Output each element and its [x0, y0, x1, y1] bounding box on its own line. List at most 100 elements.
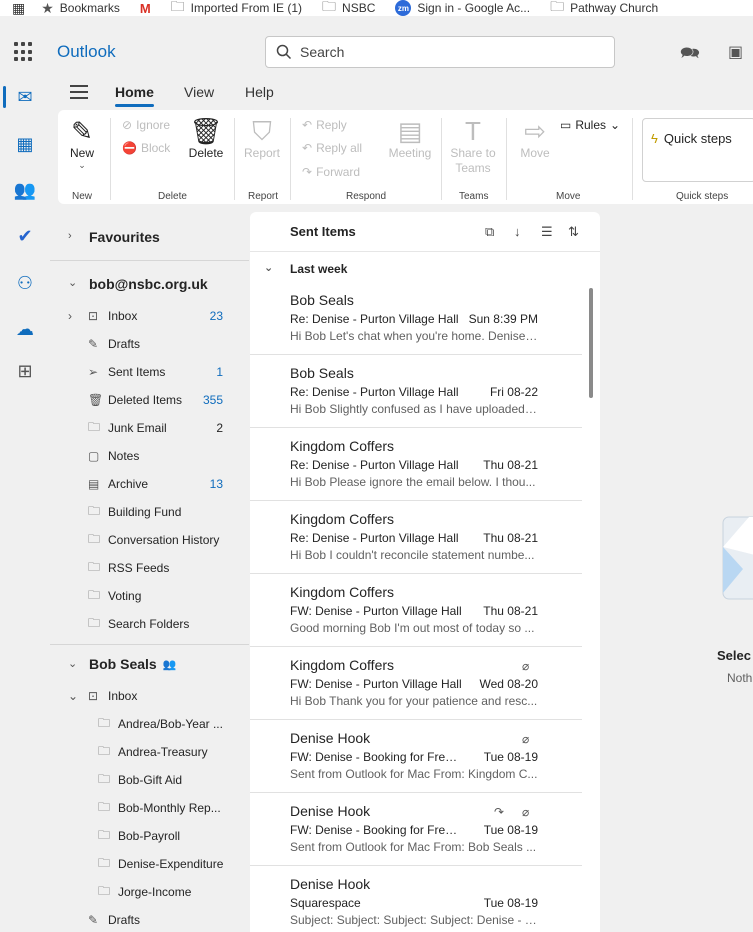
move-button[interactable]: ⇨ Move	[516, 116, 554, 160]
delete-button[interactable]: 🗑 Delete	[186, 116, 226, 160]
share-to-teams-button[interactable]: T Share to Teams	[448, 116, 498, 176]
folder-bob-payroll[interactable]: 🗀 Bob-Payroll	[98, 825, 249, 847]
folder-search-folders[interactable]: 🗀 Search Folders	[88, 613, 249, 635]
group-label-new: New	[72, 191, 93, 202]
favourites-header[interactable]: Favourites	[89, 229, 160, 245]
message-row[interactable]: Kingdom Coffers Re: Denise - Purton Vill…	[250, 428, 582, 501]
new-mail-button[interactable]: ✎ New ⌄	[64, 116, 100, 171]
jump-to-icon[interactable]: ↓	[514, 224, 521, 239]
folder-denise-expenditure[interactable]: 🗀 Denise-Expenditure	[98, 853, 249, 875]
folder-drafts[interactable]: ✎ Drafts	[88, 333, 249, 355]
folder-shared-drafts[interactable]: ✎ Drafts	[88, 909, 249, 931]
folder-icon: 🗀	[98, 715, 111, 730]
message-row[interactable]: Denise Hook Squarespace Tue 08-19 Subjec…	[250, 866, 582, 932]
shared-people-icon: 👥	[162, 658, 177, 671]
scrollbar-thumb[interactable]	[589, 288, 593, 398]
pencil-icon: ✎	[88, 913, 99, 927]
meeting-button[interactable]: ▤ Meeting	[386, 116, 434, 160]
message-row[interactable]: Kingdom Coffers FW: Denise - Purton Vill…	[250, 574, 582, 647]
hamburger-menu-icon[interactable]	[70, 85, 88, 99]
ignore-icon: ⊘	[122, 118, 133, 132]
pencil-icon: ✎	[88, 337, 99, 351]
message-preview: Hi Bob I couldn't reconcile statement nu…	[290, 548, 535, 562]
group-label-quick-steps: Quick steps	[676, 191, 729, 202]
folder-bob-gift-aid[interactable]: 🗀 Bob-Gift Aid	[98, 769, 249, 791]
folder-inbox[interactable]: › ⊡ Inbox 23	[68, 305, 249, 327]
bookmark-bookmarks[interactable]: ★ Bookmarks	[41, 0, 120, 16]
mail-icon[interactable]: ✉	[14, 86, 36, 108]
message-row[interactable]: Denise Hook ⌀ FW: Denise - Booking for F…	[250, 720, 582, 793]
bookmark-imported-from-ie[interactable]: 🗀 Imported From IE (1)	[171, 0, 302, 16]
org-explorer-icon[interactable]: ⚇	[14, 272, 36, 294]
account-header[interactable]: bob@nsbc.org.uk	[89, 276, 208, 292]
rules-button[interactable]: ▭ Rules ⌄	[560, 118, 620, 132]
chevron-right-icon[interactable]: ›	[68, 230, 72, 242]
message-row[interactable]: Kingdom Coffers Re: Denise - Purton Vill…	[250, 501, 582, 574]
message-list-title: Sent Items	[290, 224, 356, 239]
reply-button[interactable]: ↶ Reply	[302, 118, 347, 132]
quick-steps-button[interactable]: ϟ Quick steps	[642, 118, 753, 182]
folder-conversation-history[interactable]: 🗀 Conversation History	[88, 529, 249, 551]
folder-deleted-items[interactable]: 🗑 Deleted Items 355	[88, 389, 249, 411]
ignore-button[interactable]: ⊘ Ignore	[122, 118, 170, 132]
tab-home[interactable]: Home	[115, 84, 154, 107]
reading-pane: Selec Noth	[601, 212, 753, 932]
onedrive-icon[interactable]: ☁	[14, 318, 36, 340]
folder-shared-inbox[interactable]: ⌄ ⊡ Inbox	[68, 685, 249, 707]
reply-all-button[interactable]: ↶ Reply all	[302, 141, 362, 155]
message-row[interactable]: Denise Hook ↷ ⌀ FW: Denise - Booking for…	[250, 793, 582, 866]
bookmark-google-signin[interactable]: zm Sign in - Google Ac...	[395, 0, 530, 16]
bookmark-pathway-church[interactable]: 🗀 Pathway Church	[550, 0, 658, 16]
message-row[interactable]: Bob Seals Re: Denise - Purton Village Ha…	[250, 282, 582, 355]
group-label-respond: Respond	[346, 191, 387, 202]
folder-jorge-income[interactable]: 🗀 Jorge-Income	[98, 881, 249, 903]
calendar-icon[interactable]: ▦	[14, 133, 36, 155]
folder-voting[interactable]: 🗀 Voting	[88, 585, 249, 607]
message-list-scrollbar[interactable]	[588, 278, 594, 932]
onenote-icon[interactable]: ▣	[728, 42, 743, 62]
folder-sent-items[interactable]: ➢ Sent Items 1	[88, 361, 249, 383]
app-header: Outlook Search 🗪 ▣	[0, 30, 753, 74]
folder-rss-feeds[interactable]: 🗀 RSS Feeds	[88, 557, 249, 579]
message-date: Wed 08-20	[479, 677, 538, 691]
app-launcher-icon[interactable]	[14, 42, 34, 62]
app-brand[interactable]: Outlook	[57, 42, 116, 62]
tab-help[interactable]: Help	[245, 84, 274, 100]
sort-icon[interactable]: ⇅	[568, 224, 579, 240]
empty-state-subtitle: Noth	[727, 671, 753, 685]
message-row[interactable]: Kingdom Coffers ⌀ FW: Denise - Purton Vi…	[250, 647, 582, 720]
folder-andrea-bob-year[interactable]: 🗀 Andrea/Bob-Year ...	[98, 713, 249, 735]
todo-icon[interactable]: ✔	[14, 225, 36, 247]
people-icon[interactable]: 👥	[14, 179, 36, 201]
report-button[interactable]: ⛉ Report	[242, 116, 282, 160]
apps-grid-icon[interactable]: ▦	[12, 0, 25, 16]
inbox-icon: ⊡	[88, 689, 99, 703]
shared-mailbox-header[interactable]: Bob Seals 👥	[89, 656, 176, 672]
message-list: Sent Items ⧉ ↓ ☰ ⇅ ⌄ Last week Bob Seals…	[250, 212, 600, 932]
bookmark-nsbc[interactable]: 🗀 NSBC	[322, 0, 375, 16]
move-to-folder-icon: ⇨	[524, 116, 546, 146]
folder-building-fund[interactable]: 🗀 Building Fund	[88, 501, 249, 523]
select-icon[interactable]: ⧉	[485, 224, 494, 240]
filter-icon[interactable]: ☰	[541, 224, 553, 240]
folder-andrea-treasury[interactable]: 🗀 Andrea-Treasury	[98, 741, 249, 763]
archive-icon: ▤	[88, 477, 100, 491]
chevron-down-icon[interactable]: ⌄	[68, 276, 77, 289]
tab-view[interactable]: View	[184, 84, 214, 100]
message-sender: Denise Hook	[290, 803, 371, 819]
folder-icon: 🗀	[98, 799, 111, 814]
folder-archive[interactable]: ▤ Archive 13	[88, 473, 249, 495]
bookmark-gmail[interactable]: M	[140, 1, 151, 16]
teams-chat-icon[interactable]: 🗪	[680, 42, 700, 69]
group-header-last-week[interactable]: ⌄ Last week	[250, 256, 586, 280]
folder-junk-email[interactable]: 🗀 Junk Email 2	[88, 417, 249, 439]
folder-notes[interactable]: ▢ Notes	[88, 445, 249, 467]
search-input[interactable]: Search	[265, 36, 615, 68]
block-button[interactable]: ⛔ Block	[122, 141, 170, 155]
folder-bob-monthly-rep[interactable]: 🗀 Bob-Monthly Rep...	[98, 797, 249, 819]
chevron-down-icon[interactable]: ⌄	[68, 657, 77, 670]
more-apps-icon[interactable]: ⊞	[14, 360, 36, 382]
message-date: Thu 08-21	[483, 604, 538, 618]
forward-button[interactable]: ↷ Forward	[302, 165, 360, 179]
message-row[interactable]: Bob Seals Re: Denise - Purton Village Ha…	[250, 355, 582, 428]
